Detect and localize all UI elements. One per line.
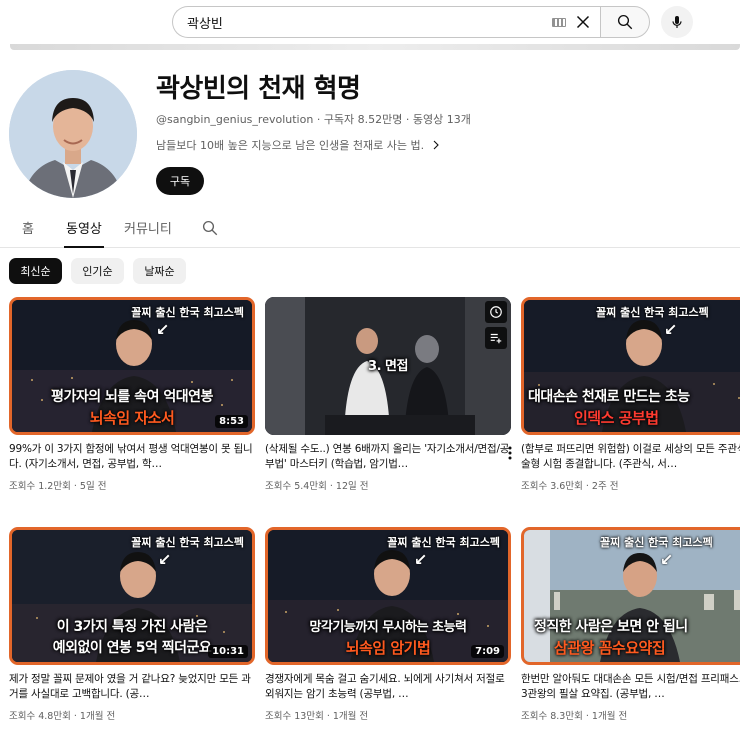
subscriber-count: 구독자 8.52만명: [323, 113, 403, 126]
video-title[interactable]: 99%가 이 3가지 함정에 낚여서 평생 억대연봉이 못 됩니다. (자기소개…: [9, 442, 255, 472]
tab-community[interactable]: 커뮤니티: [124, 218, 172, 237]
video-meta: 조회수 1.2만회 · 5일 전: [9, 478, 255, 492]
clear-search-icon[interactable]: [572, 11, 594, 33]
subscribe-button[interactable]: 구독: [156, 167, 204, 195]
avatar-portrait: [9, 70, 137, 198]
video-title[interactable]: (함부로 퍼뜨리면 위험함) 이걸로 세상의 모든 주관식/서술형 시험 종결합…: [521, 442, 740, 472]
thumbnail-caption: 3. 면접: [368, 359, 408, 374]
channel-search-icon[interactable]: [201, 219, 219, 237]
video-title[interactable]: 한번만 알아둬도 대대손손 모든 시험/면접 프리패스. 고시 3관왕의 필살 …: [521, 672, 740, 702]
video-meta: 조회수 4.8만회 · 1개월 전: [9, 708, 255, 722]
channel-avatar[interactable]: [9, 70, 137, 198]
meta-separator: ·: [405, 113, 413, 126]
tab-home[interactable]: 홈: [22, 218, 34, 237]
active-tab-indicator: [64, 246, 104, 248]
watch-later-icon[interactable]: [485, 301, 507, 323]
video-duration: 8:53: [215, 415, 248, 428]
video-thumbnail[interactable]: 꼴찌 출신 한국 최고스펙 ↙ 이 3가지 특징 가진 사람은 예외없이 연봉 …: [9, 527, 255, 665]
channel-description[interactable]: 남들보다 10배 높은 지능으로 남은 인생을 천재로 사는 법.: [156, 137, 442, 153]
upload-age: 1개월 전: [79, 711, 116, 722]
thumbnail-caption-highlight: 인덱스 공부법: [574, 409, 659, 427]
view-count: 조회수 1.2만회: [9, 481, 71, 492]
video-thumbnail[interactable]: 꼴찌 출신 한국 최고스펙 ↙ 정직한 사람은 보면 안 됩니 삼관왕 꼼수요약…: [521, 527, 740, 665]
search-input[interactable]: [187, 14, 547, 30]
chip-oldest[interactable]: 날짜순: [133, 258, 186, 284]
channel-description-text: 남들보다 10배 높은 지능으로 남은 인생을 천재로 사는 법.: [156, 139, 425, 152]
video-thumbnail[interactable]: 꼴찌 출신 한국 최고스펙 ↙ 대대손손 천재로 만드는 초능 인덱스 공부법: [521, 297, 740, 435]
add-to-queue-icon[interactable]: [485, 327, 507, 349]
thumbnail-caption-top: 꼴찌 출신 한국 최고스펙: [131, 306, 244, 319]
search-icon: [617, 14, 633, 30]
thumbnail-caption: 망각기능까지 무시하는 초능력: [309, 620, 467, 635]
thumbnail-caption-top: 꼴찌 출신 한국 최고스펙: [600, 536, 713, 549]
upload-age: 2주 전: [591, 481, 619, 492]
thumbnail-caption-top: 꼴찌 출신 한국 최고스펙: [596, 306, 709, 319]
thumbnail-caption: 정직한 사람은 보면 안 됩니: [534, 619, 688, 635]
search-bar: [172, 6, 650, 38]
thumbnail-caption-top: 꼴찌 출신 한국 최고스펙: [387, 536, 500, 549]
video-card[interactable]: 꼴찌 출신 한국 최고스펙 ↙ 대대손손 천재로 만드는 초능 인덱스 공부법 …: [521, 297, 740, 492]
upload-age: 1개월 전: [332, 711, 369, 722]
thumbnail-caption-highlight: 삼관왕 꼼수요약집: [554, 639, 666, 657]
video-title[interactable]: (삭제될 수도..) 연봉 6배까지 올리는 '자기소개서/면접/공부법' 마스…: [265, 442, 511, 472]
chevron-right-icon: [433, 140, 439, 150]
channel-title: 곽상빈의 천재 혁명: [156, 74, 361, 104]
video-card[interactable]: 꼴찌 출신 한국 최고스펙 ↙ 평가자의 뇌를 속여 억대연봉 뇌속임 자소서 …: [9, 297, 255, 492]
video-meta: 조회수 8.3만회 · 1개월 전: [521, 708, 740, 722]
view-count: 조회수 4.8만회: [9, 711, 71, 722]
video-meta: 조회수 5.4만회 · 12일 전: [265, 478, 511, 492]
arrow-icon: ↙: [414, 550, 428, 569]
view-count: 조회수 3.6만회: [521, 481, 583, 492]
view-count: 조회수 8.3만회: [521, 711, 583, 722]
thumbnail-caption: 평가자의 뇌를 속여 억대연봉: [51, 389, 213, 405]
more-options-icon[interactable]: [507, 445, 513, 461]
view-count: 조회수 5.4만회: [265, 481, 327, 492]
video-card[interactable]: 꼴찌 출신 한국 최고스펙 ↙ 정직한 사람은 보면 안 됩니 삼관왕 꼼수요약…: [521, 527, 740, 722]
microphone-icon: [672, 16, 682, 28]
keyboard-icon[interactable]: [552, 18, 566, 27]
search-button[interactable]: [600, 6, 650, 38]
channel-banner: [10, 44, 740, 50]
thumbnail-caption-top: 꼴찌 출신 한국 최고스펙: [131, 536, 244, 549]
channel-handle: @sangbin_genius_revolution: [156, 113, 314, 126]
channel-tabs: 홈 동영상 커뮤니티: [0, 214, 740, 248]
chip-popular[interactable]: 인기순: [71, 258, 124, 284]
video-count: 동영상 13개: [412, 113, 471, 126]
arrow-icon: ↙: [156, 320, 170, 339]
thumbnail-caption: 대대손손 천재로 만드는 초능: [528, 389, 690, 405]
tab-videos[interactable]: 동영상: [66, 218, 102, 237]
arrow-icon: ↙: [158, 550, 172, 569]
video-duration: 10:31: [208, 645, 248, 658]
video-thumbnail[interactable]: 꼴찌 출신 한국 최고스펙 ↙ 평가자의 뇌를 속여 억대연봉 뇌속임 자소서 …: [9, 297, 255, 435]
arrow-icon: ↙: [664, 320, 678, 339]
arrow-icon: ↙: [660, 550, 674, 569]
upload-age: 5일 전: [79, 481, 107, 492]
video-duration: 7:09: [471, 645, 504, 658]
video-thumbnail[interactable]: 3. 면접: [265, 297, 511, 435]
meta-separator: ·: [316, 113, 324, 126]
search-box[interactable]: [172, 6, 600, 38]
video-meta: 조회수 13만회 · 1개월 전: [265, 708, 511, 722]
video-title[interactable]: 경쟁자에게 목숨 걸고 숨기세요. 뇌에게 사기쳐서 저절로 외워지는 암기 초…: [265, 672, 511, 702]
video-card[interactable]: 3. 면접 (삭제될 수도..) 연봉 6배까지 올리는 '자기소개서/면접/공…: [265, 297, 513, 492]
video-card[interactable]: 꼴찌 출신 한국 최고스펙 ↙ 망각기능까지 무시하는 초능력 뇌속임 암기법 …: [265, 527, 511, 722]
chip-latest[interactable]: 최신순: [9, 258, 62, 284]
view-count: 조회수 13만회: [265, 711, 324, 722]
video-title[interactable]: 제가 정말 꼴찌 문제아 였을 거 같나요? 늦었지만 모든 과거를 사실대로 …: [9, 672, 255, 702]
video-meta: 조회수 3.6만회 · 2주 전: [521, 478, 740, 492]
channel-meta: @sangbin_genius_revolution · 구독자 8.52만명 …: [156, 111, 471, 127]
upload-age: 12일 전: [335, 481, 369, 492]
voice-search-button[interactable]: [661, 6, 693, 38]
thumbnail-caption: 이 3가지 특징 가진 사람은: [56, 619, 208, 635]
upload-age: 1개월 전: [591, 711, 628, 722]
video-card[interactable]: 꼴찌 출신 한국 최고스펙 ↙ 이 3가지 특징 가진 사람은 예외없이 연봉 …: [9, 527, 255, 722]
video-thumbnail[interactable]: 꼴찌 출신 한국 최고스펙 ↙ 망각기능까지 무시하는 초능력 뇌속임 암기법 …: [265, 527, 511, 665]
